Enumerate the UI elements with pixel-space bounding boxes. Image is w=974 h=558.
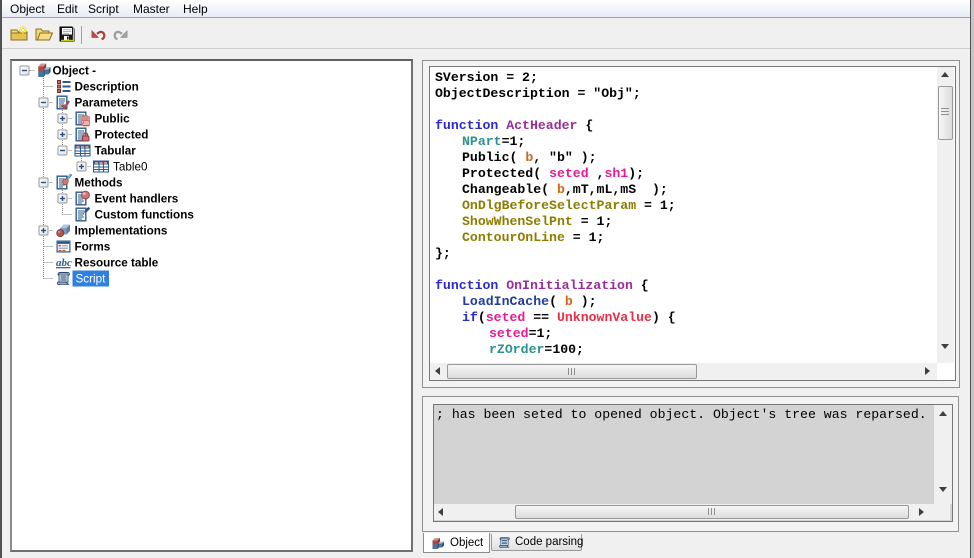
svg-text:Public: Public (95, 113, 131, 126)
svg-text:Table0: Table0 (113, 161, 148, 174)
svg-text:Implementations: Implementations (75, 225, 168, 238)
svg-text:Methods: Methods (75, 177, 124, 190)
svg-text:Script: Script (76, 273, 107, 286)
svg-text:Protected: Protected (95, 129, 149, 142)
svg-text:Custom functions: Custom functions (95, 209, 195, 222)
svg-text:Object -: Object - (53, 65, 97, 78)
svg-text:Event handlers: Event handlers (95, 193, 179, 206)
svg-text:Forms: Forms (75, 241, 111, 254)
svg-text:Resource table: Resource table (75, 257, 159, 270)
svg-text:Parameters: Parameters (75, 97, 139, 110)
svg-text:Tabular: Tabular (95, 145, 137, 158)
svg-text:Description: Description (75, 81, 139, 94)
